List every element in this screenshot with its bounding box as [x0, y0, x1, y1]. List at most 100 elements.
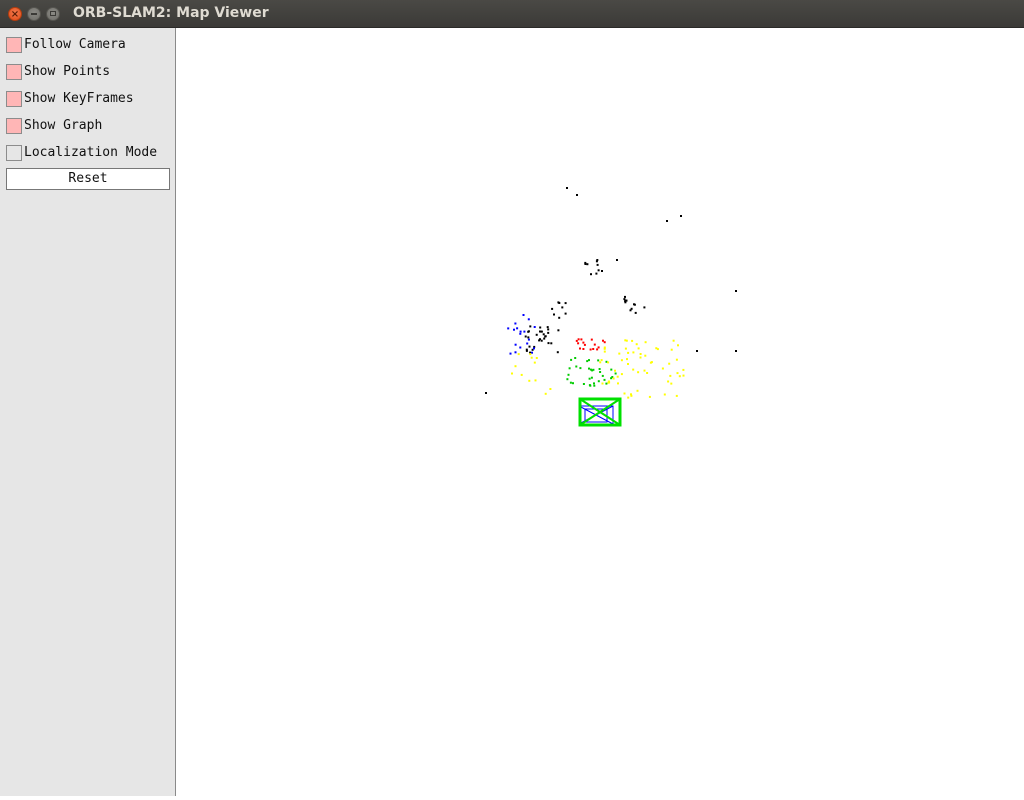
- map-point: [627, 351, 630, 354]
- map-point: [561, 306, 564, 309]
- map-point: [680, 215, 682, 217]
- map-point: [546, 326, 549, 329]
- maximize-icon: [50, 11, 56, 16]
- map-point: [511, 372, 513, 375]
- map-point: [582, 348, 585, 350]
- map-point: [612, 377, 615, 380]
- map-point: [682, 374, 685, 377]
- reset-button[interactable]: Reset: [6, 168, 170, 190]
- maximize-window-button[interactable]: [46, 7, 60, 21]
- map-point: [617, 382, 619, 385]
- map-point: [632, 368, 635, 371]
- close-window-button[interactable]: ×: [8, 7, 22, 21]
- map-point: [624, 347, 627, 350]
- map-point: [597, 359, 600, 362]
- map-point: [603, 350, 606, 353]
- map-point: [610, 368, 613, 371]
- map-point: [600, 359, 603, 362]
- map-canvas[interactable]: [176, 28, 1024, 796]
- map-point: [527, 338, 530, 341]
- show-points-option[interactable]: Show Points: [6, 63, 171, 81]
- map-point: [648, 395, 651, 398]
- minimize-icon: [31, 13, 37, 15]
- follow-camera-checkbox[interactable]: [6, 37, 22, 53]
- show-graph-checkbox[interactable]: [6, 118, 22, 134]
- map-point: [591, 369, 594, 372]
- map-point: [538, 339, 541, 342]
- map-point: [566, 187, 568, 189]
- follow-camera-label: Follow Camera: [24, 37, 126, 52]
- show-graph-option[interactable]: Show Graph: [6, 117, 171, 135]
- map-point: [644, 354, 647, 357]
- map-point: [670, 348, 673, 351]
- map-point: [509, 352, 512, 355]
- map-point: [599, 371, 602, 373]
- map-point: [620, 373, 623, 376]
- map-point: [567, 373, 570, 376]
- map-point: [630, 307, 633, 310]
- map-point: [588, 367, 590, 370]
- map-point: [514, 322, 517, 325]
- minimize-window-button[interactable]: [27, 7, 41, 21]
- map-point: [569, 381, 572, 384]
- map-point: [539, 326, 542, 329]
- map-point: [550, 342, 553, 345]
- map-point: [603, 346, 606, 349]
- localization-mode-option[interactable]: Localization Mode: [6, 144, 171, 162]
- map-point: [624, 295, 626, 298]
- map-point: [551, 307, 554, 310]
- map-point: [590, 273, 592, 276]
- map-point: [527, 330, 530, 333]
- map-point: [630, 393, 632, 396]
- map-point: [514, 365, 517, 368]
- map-point: [627, 396, 630, 399]
- map-point: [519, 346, 522, 349]
- show-keyframes-option[interactable]: Show KeyFrames: [6, 90, 171, 108]
- map-point: [672, 339, 675, 342]
- show-keyframes-checkbox[interactable]: [6, 91, 22, 107]
- control-panel: Follow Camera Show Points Show KeyFrames…: [0, 28, 176, 796]
- map-viewport[interactable]: [176, 28, 1024, 796]
- map-point: [544, 335, 547, 338]
- show-points-checkbox[interactable]: [6, 64, 22, 80]
- map-point: [529, 353, 532, 356]
- map-point: [589, 384, 592, 387]
- map-point: [595, 260, 598, 263]
- map-point: [639, 353, 642, 355]
- map-point: [599, 361, 602, 364]
- map-point: [586, 263, 589, 266]
- map-point: [632, 351, 635, 354]
- map-point: [696, 350, 698, 352]
- map-point: [682, 368, 685, 371]
- map-point: [583, 343, 586, 346]
- map-point: [637, 371, 640, 374]
- map-point: [636, 389, 639, 392]
- map-point: [570, 358, 573, 361]
- map-point: [577, 338, 580, 341]
- map-point: [616, 259, 618, 261]
- map-point: [676, 372, 679, 375]
- map-point: [620, 359, 623, 362]
- map-point: [675, 358, 678, 361]
- map-point: [597, 380, 600, 383]
- map-point: [635, 343, 638, 346]
- map-point: [631, 339, 634, 342]
- map-point: [644, 341, 647, 344]
- follow-camera-option[interactable]: Follow Camera: [6, 36, 171, 54]
- localization-mode-label: Localization Mode: [24, 145, 158, 160]
- map-point: [627, 363, 629, 365]
- map-point: [529, 325, 532, 328]
- map-point: [588, 359, 590, 362]
- localization-mode-checkbox[interactable]: [6, 145, 22, 161]
- map-point: [507, 327, 510, 330]
- map-point: [593, 384, 596, 387]
- map-point: [524, 335, 527, 338]
- map-point: [522, 314, 525, 316]
- map-point: [605, 382, 608, 385]
- map-point: [735, 350, 737, 352]
- map-point: [601, 270, 603, 272]
- map-points: [485, 187, 737, 399]
- map-point: [547, 331, 550, 334]
- map-point: [637, 347, 640, 350]
- map-point: [535, 357, 538, 359]
